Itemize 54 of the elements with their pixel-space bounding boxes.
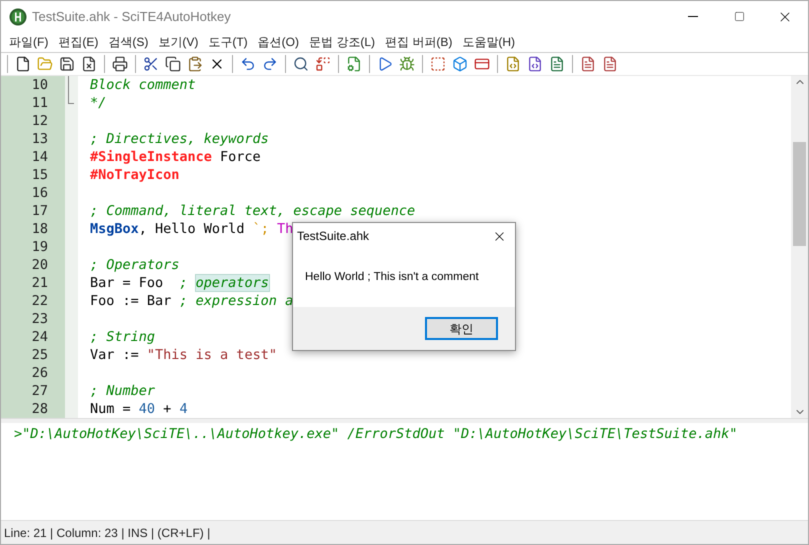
code-line: Block comment	[90, 76, 196, 94]
line-number: 22	[30, 292, 48, 310]
code-line: ; Command, literal text, escape sequence	[90, 202, 416, 220]
status-text: Line: 21 | Column: 23 | INS | (CR+LF) |	[4, 524, 210, 542]
line-number: 13	[30, 130, 48, 148]
line-number: 25	[30, 346, 48, 364]
menu-item[interactable]: 편집(E)	[53, 33, 104, 51]
line-number: 23	[30, 310, 48, 328]
line-number: 10	[30, 76, 48, 94]
ok-button[interactable]: 확인	[425, 317, 498, 340]
line-number: 16	[30, 184, 48, 202]
maximize-icon	[734, 11, 744, 22]
code-line: #SingleInstance Force	[90, 148, 261, 166]
output-line: >"D:\AutoHotKey\SciTE\..\AutoHotkey.exe" /ErrorStdOut "D:\AutoHotKey\SciTE\TestSuite.ahk"	[14, 425, 738, 443]
menu-item[interactable]: 보기(V)	[153, 33, 204, 51]
menu-item[interactable]: 파일(F)	[4, 33, 54, 51]
code-line: MsgBox, Hello World `; Th	[90, 220, 294, 238]
app-logo-icon	[9, 8, 27, 26]
code-line: Num = 40 + 4	[90, 400, 188, 418]
code-line: Bar = Foo ; operators	[90, 274, 269, 292]
code-line: ; Directives, keywords	[90, 130, 269, 148]
line-number: 11	[30, 94, 48, 112]
scrollbar-thumb[interactable]	[793, 142, 806, 246]
line-number: 24	[30, 328, 48, 346]
line-number: 27	[30, 382, 48, 400]
copy-icon[interactable]	[163, 54, 183, 74]
menu-item[interactable]: 검색(S)	[103, 33, 154, 51]
line-number: 18	[30, 220, 48, 238]
line-number: 14	[30, 148, 48, 166]
window-title: TestSuite.ahk - SciTE4AutoHotkey	[32, 8, 231, 26]
printer-icon[interactable]	[110, 54, 130, 74]
menu-item[interactable]: 문법 강조(L)	[304, 33, 380, 51]
line-number: 19	[30, 238, 48, 256]
code-line: Foo := Bar ; expression a	[90, 292, 294, 310]
dialog-title: TestSuite.ahk	[297, 228, 370, 245]
line-number: 17	[30, 202, 48, 220]
code-line: */	[90, 94, 106, 112]
code-line: ; Number	[90, 382, 156, 400]
line-number: 20	[30, 256, 48, 274]
menu-item[interactable]: 도구(T)	[203, 33, 253, 51]
line-number: 21	[30, 274, 48, 292]
line-number: 12	[30, 112, 48, 130]
line-number: 26	[30, 364, 48, 382]
code-line: #NoTrayIcon	[90, 166, 180, 184]
minimize-icon	[688, 16, 698, 17]
code-line: ; String	[90, 328, 156, 346]
code-line: ; Operators	[90, 256, 180, 274]
menu-item[interactable]: 옵션(O)	[252, 33, 304, 51]
menu-item[interactable]: 편집 버퍼(B)	[380, 33, 458, 51]
code-line: Var := "This is a test"	[90, 346, 277, 364]
dialog-message: Hello World ; This isn't a comment	[305, 270, 479, 286]
menu-item[interactable]: 도움말(H)	[457, 33, 520, 51]
line-number: 15	[30, 166, 48, 184]
line-number: 28	[30, 400, 48, 418]
